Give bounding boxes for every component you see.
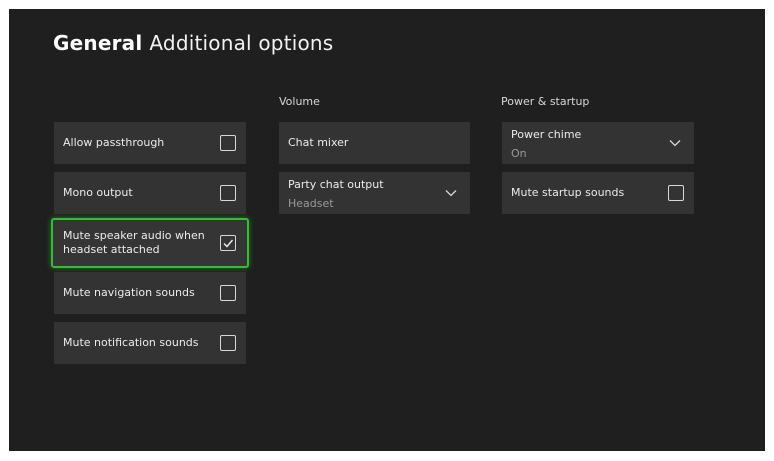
party-chat-output-value: Headset: [288, 197, 334, 210]
mono-output-option[interactable]: Mono output: [54, 172, 246, 214]
mute-speaker-audio-label-line2: headset attached: [63, 243, 160, 256]
party-chat-output-dropdown[interactable]: Party chat output Headset: [279, 172, 470, 214]
checkbox-icon[interactable]: [220, 185, 236, 201]
mute-navigation-sounds-option[interactable]: Mute navigation sounds: [54, 272, 246, 314]
mute-notification-sounds-label: Mute notification sounds: [63, 336, 199, 349]
power-chime-value: On: [511, 147, 527, 160]
mute-navigation-sounds-label: Mute navigation sounds: [63, 286, 195, 299]
checkbox-icon[interactable]: [220, 285, 236, 301]
page-title-section: General: [53, 31, 143, 55]
mute-startup-sounds-label: Mute startup sounds: [511, 186, 625, 199]
power-chime-label: Power chime: [511, 128, 582, 141]
mute-speaker-audio-label-line1: Mute speaker audio when: [63, 229, 205, 242]
mute-notification-sounds-option[interactable]: Mute notification sounds: [54, 322, 246, 364]
allow-passthrough-label: Allow passthrough: [63, 136, 165, 149]
checkbox-icon[interactable]: [220, 135, 236, 151]
mute-speaker-audio-label: Mute speaker audio when headset attached: [63, 229, 205, 257]
allow-passthrough-option[interactable]: Allow passthrough: [54, 122, 246, 164]
checkbox-icon[interactable]: [220, 235, 236, 251]
chevron-down-icon: [445, 190, 457, 197]
checkbox-icon[interactable]: [668, 185, 684, 201]
volume-heading: Volume: [279, 95, 320, 108]
settings-screen: General Additional options Volume Power &…: [9, 9, 765, 451]
chevron-down-icon: [669, 140, 681, 147]
checkmark-icon: [223, 239, 234, 248]
party-chat-output-label: Party chat output: [288, 178, 384, 191]
checkbox-icon[interactable]: [220, 335, 236, 351]
chat-mixer-option[interactable]: Chat mixer: [279, 122, 470, 164]
power-startup-heading: Power & startup: [501, 95, 590, 108]
mute-startup-sounds-option[interactable]: Mute startup sounds: [502, 172, 694, 214]
mute-speaker-audio-option[interactable]: Mute speaker audio when headset attached: [51, 218, 249, 268]
chat-mixer-label: Chat mixer: [288, 136, 349, 149]
mono-output-label: Mono output: [63, 186, 133, 199]
page-title-subsection: Additional options: [149, 31, 334, 55]
power-chime-dropdown[interactable]: Power chime On: [502, 122, 694, 164]
page-title: General Additional options: [53, 30, 333, 56]
